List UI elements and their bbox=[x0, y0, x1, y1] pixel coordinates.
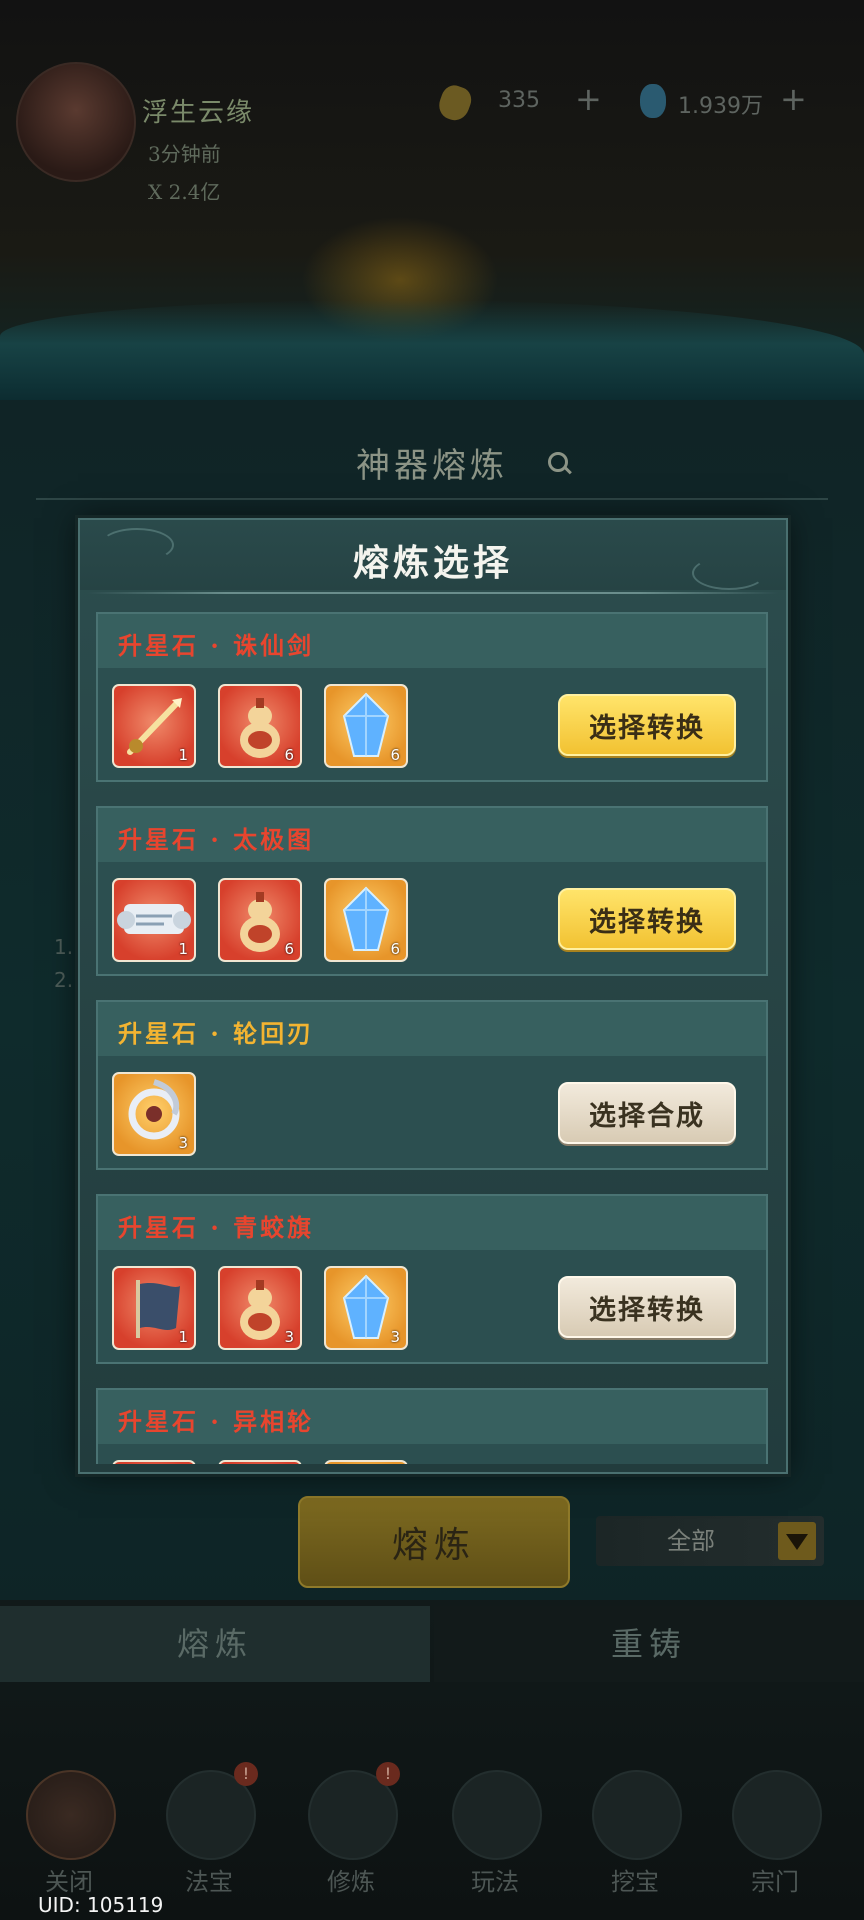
item-count: 6 bbox=[390, 746, 400, 764]
tab-smelt[interactable]: 熔炼 bbox=[0, 1606, 430, 1682]
entry-body: 1 6 6 选择转换 bbox=[98, 668, 766, 780]
gourd-icon[interactable]: 6 bbox=[218, 878, 302, 962]
player-stat: X 2.4亿 bbox=[148, 180, 221, 204]
player-name: 浮生云缘 bbox=[142, 98, 255, 128]
blade-wheel-icon[interactable]: 3 bbox=[112, 1072, 196, 1156]
wheel-icon[interactable] bbox=[112, 1460, 196, 1464]
nav-item-2[interactable]: ! 修炼 bbox=[296, 1762, 406, 1920]
entry-body: 1 3 3 选择转换 bbox=[98, 1250, 766, 1362]
tab-smelt-label: 熔炼 bbox=[176, 1625, 253, 1663]
alert-badge: ! bbox=[376, 1762, 400, 1786]
nav-label: 修炼 bbox=[327, 1868, 375, 1896]
shovel-icon bbox=[592, 1770, 682, 1860]
option-entry: 升星石 · 轮回刃 3 选择合成 bbox=[96, 1000, 768, 1170]
nav-label: 宗门 bbox=[751, 1868, 799, 1896]
sect-icon bbox=[732, 1770, 822, 1860]
player-subtitle: 3分钟前 bbox=[148, 142, 221, 166]
item-count: 3 bbox=[390, 1328, 400, 1346]
entry-header: 升星石 · 诛仙剑 bbox=[98, 614, 766, 668]
item-count: 3 bbox=[284, 1328, 294, 1346]
crystal-icon[interactable]: 6 bbox=[324, 684, 408, 768]
add-crystal-button[interactable]: + bbox=[780, 80, 807, 118]
crystal-icon[interactable]: 3 bbox=[324, 1266, 408, 1350]
entry-title: 升星石 · 诛仙剑 bbox=[118, 631, 315, 660]
option-entry: 升星石 · 异相轮 bbox=[96, 1388, 768, 1464]
dialog-title: 熔炼选择 bbox=[352, 542, 513, 584]
select-convert-button[interactable]: 选择转换 bbox=[558, 888, 736, 950]
item-count: 1 bbox=[178, 1328, 188, 1346]
item-count: 6 bbox=[284, 746, 294, 764]
panel-title: 神器熔炼 bbox=[356, 446, 508, 486]
nav-label: 玩法 bbox=[471, 1868, 519, 1896]
note-1: 1. bbox=[54, 935, 74, 959]
nav-label: 关闭 bbox=[45, 1868, 93, 1896]
alert-badge: ! bbox=[234, 1762, 258, 1786]
uid-label: UID: 105119 bbox=[38, 1893, 164, 1917]
option-entry: 升星石 · 太极图 1 6 6 选择转换 bbox=[96, 806, 768, 976]
item-count: 1 bbox=[178, 940, 188, 958]
item-count: 6 bbox=[284, 940, 294, 958]
gameplay-icon bbox=[452, 1770, 542, 1860]
entry-body bbox=[98, 1444, 766, 1464]
crystal-value: 1.939万 bbox=[678, 94, 763, 119]
option-entry: 升星石 · 诛仙剑 1 6 6 选择转换 bbox=[96, 612, 768, 782]
nav-item-5[interactable]: 宗门 bbox=[720, 1770, 830, 1920]
entry-header: 升星石 · 轮回刃 bbox=[98, 1002, 766, 1056]
smelt-select-dialog: 熔炼选择 升星石 · 诛仙剑 1 6 6 选择转换 升星石 · 太极图 1 6 6 选择转换 升星石… bbox=[78, 518, 788, 1474]
gourd-icon[interactable] bbox=[218, 1460, 302, 1464]
item-count: 3 bbox=[178, 1134, 188, 1152]
crystal-icon[interactable] bbox=[324, 1460, 408, 1464]
nav-label: 挖宝 bbox=[611, 1868, 659, 1896]
sword-icon[interactable]: 1 bbox=[112, 684, 196, 768]
player-avatar[interactable] bbox=[16, 62, 136, 182]
item-count: 6 bbox=[390, 940, 400, 958]
select-option-button[interactable]: 选择合成 bbox=[558, 1082, 736, 1144]
entry-title: 升星石 · 青蛟旗 bbox=[118, 1213, 315, 1242]
entry-header: 升星石 · 青蛟旗 bbox=[98, 1196, 766, 1250]
divider bbox=[36, 498, 828, 500]
nav-label: 法宝 bbox=[185, 1868, 233, 1896]
item-count: 1 bbox=[178, 746, 188, 764]
gourd-icon[interactable]: 3 bbox=[218, 1266, 302, 1350]
tab-recast[interactable]: 重铸 bbox=[434, 1606, 864, 1682]
entry-body: 3 选择合成 bbox=[98, 1056, 766, 1168]
nav-item-1[interactable]: ! 法宝 bbox=[154, 1762, 264, 1920]
gold-value: 335 bbox=[498, 88, 540, 113]
filter-dropdown[interactable]: 全部 bbox=[596, 1516, 824, 1566]
select-convert-button[interactable]: 选择转换 bbox=[558, 694, 736, 756]
entry-title: 升星石 · 轮回刃 bbox=[118, 1019, 315, 1048]
close-icon bbox=[26, 1770, 116, 1860]
nav-item-4[interactable]: 挖宝 bbox=[580, 1770, 690, 1920]
scroll-icon[interactable]: 1 bbox=[112, 878, 196, 962]
select-option-button[interactable]: 选择转换 bbox=[558, 1276, 736, 1338]
dialog-divider bbox=[88, 592, 778, 594]
flag-icon[interactable]: 1 bbox=[112, 1266, 196, 1350]
chevron-down-icon[interactable] bbox=[778, 1522, 816, 1560]
note-2: 2. bbox=[54, 968, 74, 992]
filter-label: 全部 bbox=[667, 1527, 715, 1555]
wave-decoration bbox=[0, 300, 864, 410]
entry-body: 1 6 6 选择转换 bbox=[98, 862, 766, 974]
tab-recast-label: 重铸 bbox=[610, 1625, 687, 1663]
option-entry: 升星石 · 青蛟旗 1 3 3 选择转换 bbox=[96, 1194, 768, 1364]
entry-title: 升星石 · 异相轮 bbox=[118, 1407, 315, 1436]
add-gold-button[interactable]: + bbox=[575, 80, 602, 118]
crystal-icon[interactable]: 6 bbox=[324, 878, 408, 962]
entry-header: 升星石 · 异相轮 bbox=[98, 1390, 766, 1444]
gourd-icon[interactable]: 6 bbox=[218, 684, 302, 768]
spirit-crystal-icon bbox=[640, 84, 666, 118]
search-icon[interactable] bbox=[548, 452, 568, 472]
option-list[interactable]: 升星石 · 诛仙剑 1 6 6 选择转换 升星石 · 太极图 1 6 6 选择转换 升星石 · 轮回… bbox=[96, 612, 768, 1464]
nav-item-3[interactable]: 玩法 bbox=[440, 1770, 550, 1920]
entry-title: 升星石 · 太极图 bbox=[118, 825, 315, 854]
smelt-button[interactable]: 熔炼 bbox=[298, 1496, 570, 1588]
entry-header: 升星石 · 太极图 bbox=[98, 808, 766, 862]
